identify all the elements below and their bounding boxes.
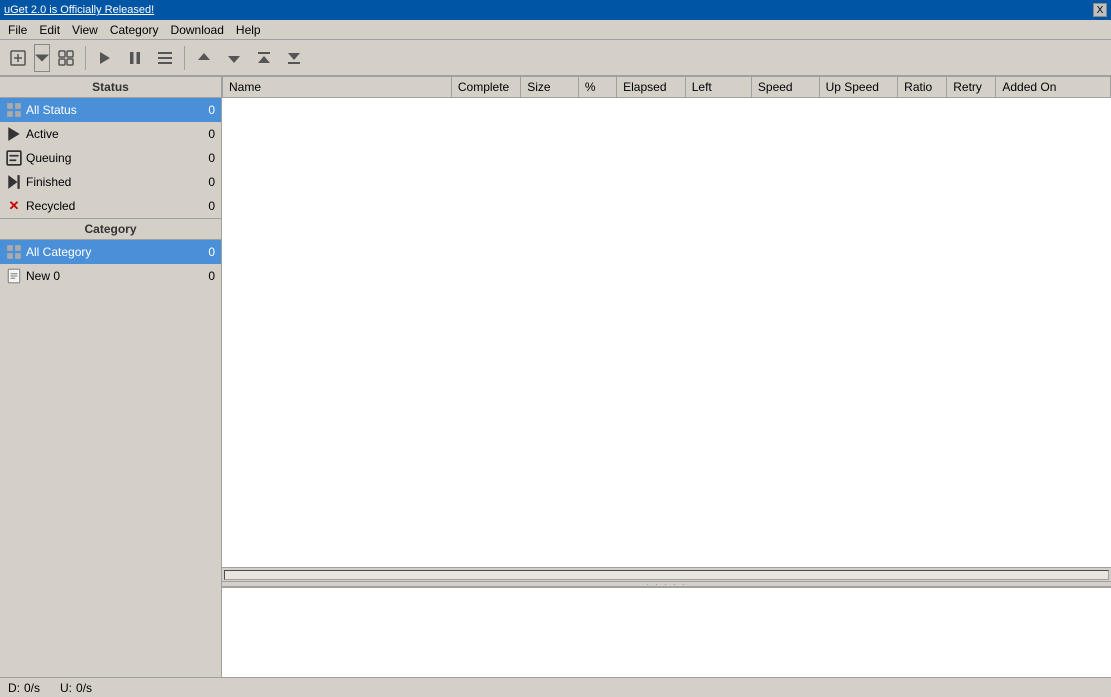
menu-help[interactable]: Help [230,21,267,39]
horizontal-scrollbar[interactable] [222,567,1111,581]
recycled-count: 0 [199,199,215,213]
download-speed-item: D: 0/s [8,681,40,695]
properties-icon [157,50,173,66]
col-left[interactable]: Left [685,77,751,98]
menu-edit[interactable]: Edit [33,21,66,39]
new-download-button[interactable] [4,44,32,72]
sidebar: Status All Status 0 Active 0 [0,76,222,677]
dropdown-arrow-icon [35,50,49,66]
start-button[interactable] [91,44,119,72]
status-section-header: Status [0,76,221,98]
move-bottom-icon [286,50,302,66]
col-percent[interactable]: % [578,77,616,98]
sidebar-item-new0[interactable]: New 0 0 [0,264,221,288]
col-speed[interactable]: Speed [751,77,819,98]
col-ratio[interactable]: Ratio [898,77,947,98]
sidebar-item-active[interactable]: Active 0 [0,122,221,146]
move-up-button[interactable] [190,44,218,72]
new-batch-icon [58,50,74,66]
col-name[interactable]: Name [223,77,452,98]
main-area: Status All Status 0 Active 0 [0,76,1111,677]
new0-icon [6,268,22,284]
sidebar-item-all-category[interactable]: All Category 0 [0,240,221,264]
title-bar-text: uGet 2.0 is Officially Released! [4,4,154,16]
menu-category[interactable]: Category [104,21,165,39]
active-label: Active [26,127,199,141]
menu-bar: File Edit View Category Download Help [0,20,1111,40]
move-down-icon [226,50,242,66]
category-section-header: Category [0,218,221,240]
move-top-icon [256,50,272,66]
scrollbar-track[interactable] [224,570,1109,580]
upload-speed-item: U: 0/s [60,681,92,695]
start-icon [97,50,113,66]
all-category-count: 0 [199,245,215,259]
col-addedon[interactable]: Added On [996,77,1111,98]
all-category-icon [6,244,22,260]
table-container[interactable]: Name Complete Size % Elapsed Left Speed … [222,76,1111,567]
upload-speed-label: U: [60,681,72,695]
finished-icon [6,174,22,190]
menu-file[interactable]: File [2,21,33,39]
status-bar: D: 0/s U: 0/s [0,677,1111,697]
active-icon [6,126,22,142]
col-size[interactable]: Size [521,77,579,98]
all-status-label: All Status [26,103,199,117]
detail-panel [222,587,1111,677]
queuing-label: Queuing [26,151,199,165]
pause-button[interactable] [121,44,149,72]
downloads-table: Name Complete Size % Elapsed Left Speed … [222,76,1111,98]
upload-speed-value: 0/s [76,681,92,695]
sidebar-item-all-status[interactable]: All Status 0 [0,98,221,122]
move-top-button[interactable] [250,44,278,72]
toolbar-separator-1 [85,46,86,70]
new-batch-button[interactable] [52,44,80,72]
finished-count: 0 [199,175,215,189]
toolbar-separator-2 [184,46,185,70]
all-status-count: 0 [199,103,215,117]
close-button[interactable]: X [1093,3,1107,17]
col-retry[interactable]: Retry [947,77,996,98]
move-down-button[interactable] [220,44,248,72]
sidebar-item-queuing[interactable]: Queuing 0 [0,146,221,170]
download-speed-value: 0/s [24,681,40,695]
active-count: 0 [199,127,215,141]
all-category-label: All Category [26,245,199,259]
col-elapsed[interactable]: Elapsed [617,77,686,98]
menu-download[interactable]: Download [165,21,230,39]
col-complete[interactable]: Complete [451,77,520,98]
move-bottom-button[interactable] [280,44,308,72]
properties-button[interactable] [151,44,179,72]
new-download-dropdown[interactable] [34,44,50,72]
toolbar [0,40,1111,76]
recycled-icon: ✕ [6,198,22,214]
new0-label: New 0 [26,269,199,283]
queuing-icon [6,150,22,166]
content-area: Name Complete Size % Elapsed Left Speed … [222,76,1111,677]
col-upspeed[interactable]: Up Speed [819,77,898,98]
queuing-count: 0 [199,151,215,165]
new-download-icon [10,50,26,66]
download-speed-label: D: [8,681,20,695]
all-status-icon [6,102,22,118]
pause-icon [127,50,143,66]
sidebar-item-finished[interactable]: Finished 0 [0,170,221,194]
recycled-label: Recycled [26,199,199,213]
new0-count: 0 [199,269,215,283]
title-bar: uGet 2.0 is Officially Released! X [0,0,1111,20]
finished-label: Finished [26,175,199,189]
sidebar-item-recycled[interactable]: ✕ Recycled 0 [0,194,221,218]
move-up-icon [196,50,212,66]
menu-view[interactable]: View [66,21,104,39]
